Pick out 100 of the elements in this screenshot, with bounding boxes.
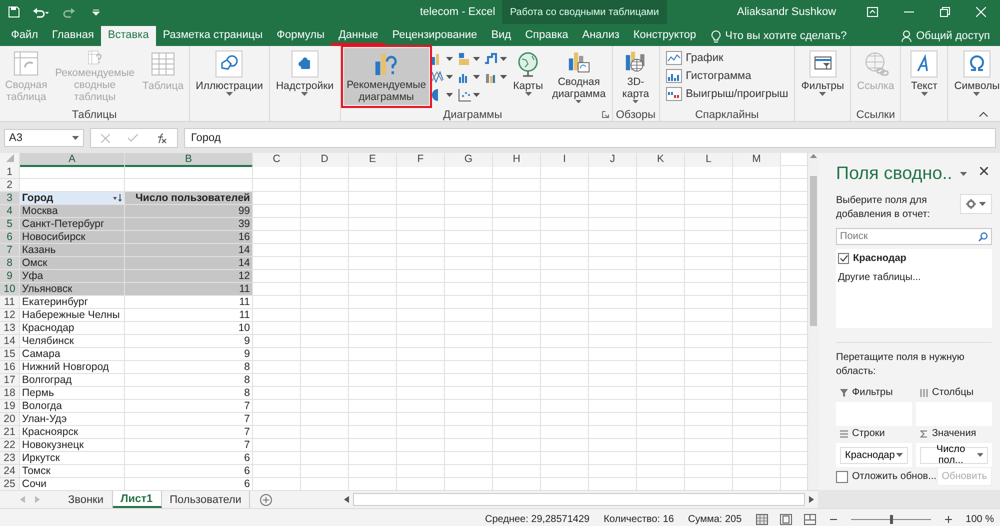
ribbon-button[interactable]: Символы xyxy=(951,48,1000,105)
row-number[interactable]: 1 xyxy=(0,166,20,178)
ribbon-tab[interactable]: Файл xyxy=(4,26,46,46)
other-tables-link[interactable]: Другие таблицы... xyxy=(838,272,990,283)
ribbon-button[interactable]: Иллюстрации xyxy=(192,48,266,105)
field-chip[interactable]: Краснодар xyxy=(840,446,908,464)
column-header[interactable]: M xyxy=(733,153,781,167)
sparkline-button[interactable]: Выигрыш/проигрыш xyxy=(662,86,792,102)
column-header[interactable]: G xyxy=(445,153,493,167)
column-header[interactable]: C xyxy=(253,153,301,167)
column-header[interactable]: L xyxy=(685,153,733,167)
row-number[interactable]: 20 xyxy=(0,413,20,425)
formula-field[interactable]: Город xyxy=(184,128,996,148)
restore-icon[interactable] xyxy=(940,7,950,17)
ribbon-tab[interactable]: Вид xyxy=(484,26,518,46)
row-number[interactable]: 4 xyxy=(0,205,20,217)
zoom-in-icon[interactable] xyxy=(944,516,952,522)
field-label[interactable]: Краснодар xyxy=(853,253,906,264)
row-number[interactable]: 19 xyxy=(0,400,20,412)
row-number[interactable]: 22 xyxy=(0,439,20,451)
row-number[interactable]: 3 xyxy=(0,192,20,204)
scroll-left-icon[interactable] xyxy=(344,496,349,503)
page-break-icon[interactable] xyxy=(804,514,816,524)
close-icon[interactable] xyxy=(980,167,988,175)
check-icon[interactable] xyxy=(128,134,138,142)
ribbon-tab[interactable]: Данные xyxy=(331,26,386,46)
drop-area[interactable]: Краснодар xyxy=(836,443,912,467)
normal-view-icon[interactable] xyxy=(756,514,768,524)
collapse-ribbon-icon[interactable] xyxy=(979,112,988,117)
sparkline-button[interactable]: Гистограмма xyxy=(662,68,792,84)
zoom-level[interactable]: 100 % xyxy=(966,514,994,524)
row-number[interactable]: 14 xyxy=(0,335,20,347)
save-icon[interactable] xyxy=(8,6,20,18)
ribbon-button[interactable]: Сводная диаграмма xyxy=(549,48,609,105)
function-icon[interactable] xyxy=(156,132,167,144)
row-number[interactable]: 5 xyxy=(0,218,20,230)
column-header[interactable]: J xyxy=(589,153,637,167)
row-number[interactable]: 23 xyxy=(0,452,20,464)
scroll-up-icon[interactable] xyxy=(810,153,816,158)
ribbon-button[interactable]: Карты xyxy=(508,48,548,105)
slider-thumb[interactable] xyxy=(890,514,893,524)
row-number[interactable]: 8 xyxy=(0,257,20,269)
row-number[interactable]: 21 xyxy=(0,426,20,438)
checkbox[interactable] xyxy=(838,253,849,264)
customize-icon[interactable] xyxy=(92,8,100,16)
row-number[interactable]: 17 xyxy=(0,374,20,386)
page-layout-icon[interactable] xyxy=(780,514,792,524)
row-number[interactable]: 6 xyxy=(0,231,20,243)
sort-filter-icon[interactable] xyxy=(113,194,122,202)
chart-type-icon[interactable] xyxy=(457,87,472,102)
chart-type-icon[interactable] xyxy=(484,51,500,66)
tell-me-field[interactable]: Что вы хотите сделать? xyxy=(703,26,855,46)
settings-button[interactable] xyxy=(960,194,992,214)
ribbon-button[interactable]: Фильтры xyxy=(798,48,848,105)
column-header[interactable]: K xyxy=(637,153,685,167)
checkbox[interactable] xyxy=(836,470,848,482)
row-number[interactable]: 12 xyxy=(0,309,20,321)
search-field[interactable]: Поиск xyxy=(836,228,992,245)
column-header[interactable]: D xyxy=(301,153,349,167)
user-name[interactable]: Aliaksandr Sushkow xyxy=(737,6,867,18)
sparkline-button[interactable]: График xyxy=(662,50,792,66)
ribbon-tab[interactable]: Анализ xyxy=(575,26,626,46)
row-number[interactable]: 25 xyxy=(0,478,20,490)
zoom-slider[interactable] xyxy=(850,514,931,524)
scroll-right-icon[interactable] xyxy=(809,496,814,503)
vertical-scrollbar[interactable] xyxy=(807,153,818,490)
row-number[interactable]: 7 xyxy=(0,244,20,256)
column-header[interactable]: A xyxy=(20,153,125,167)
row-number[interactable]: 13 xyxy=(0,322,20,334)
row-number[interactable]: 2 xyxy=(0,179,20,191)
column-header[interactable]: I xyxy=(541,153,589,167)
field-chip[interactable]: Число пол... xyxy=(920,446,988,464)
ribbon-button[interactable]: 3D- карта xyxy=(616,48,656,105)
undo-icon[interactable] xyxy=(32,6,50,18)
row-number[interactable]: 16 xyxy=(0,361,20,373)
column-header[interactable]: H xyxy=(493,153,541,167)
ribbon-tab[interactable]: Рецензирование xyxy=(385,26,484,46)
share-button[interactable]: Общий доступ xyxy=(901,26,1000,46)
ribbon-tab[interactable]: Формулы xyxy=(270,26,332,46)
ribbon-tab[interactable]: Вставка xyxy=(100,26,156,46)
chart-type-icon[interactable] xyxy=(430,69,446,84)
column-header[interactable]: B xyxy=(125,153,253,167)
ribbon-button[interactable]: Рекомендуемые диаграммы xyxy=(344,48,430,105)
row-number[interactable]: 11 xyxy=(0,296,20,308)
row-number[interactable]: 10 xyxy=(0,283,20,295)
sheet-tab[interactable]: Лист1 xyxy=(112,491,162,508)
ribbon-tab[interactable]: Разметка страницы xyxy=(156,26,270,46)
ribbon-tab[interactable]: Справка xyxy=(518,26,576,46)
column-header[interactable]: F xyxy=(397,153,445,167)
row-number[interactable]: 15 xyxy=(0,348,20,360)
row-number[interactable]: 18 xyxy=(0,387,20,399)
column-header[interactable]: E xyxy=(349,153,397,167)
ribbon-display-icon[interactable] xyxy=(867,7,878,17)
ribbon-button[interactable]: Текст xyxy=(904,48,944,105)
ribbon-tab[interactable]: Главная xyxy=(45,26,101,46)
add-sheet-icon[interactable] xyxy=(260,494,272,506)
ribbon-tab[interactable]: Конструктор xyxy=(626,26,704,46)
drop-area[interactable]: Число пол... xyxy=(916,443,992,467)
ribbon-button[interactable]: Надстройки xyxy=(272,48,337,105)
row-number[interactable]: 24 xyxy=(0,465,20,477)
